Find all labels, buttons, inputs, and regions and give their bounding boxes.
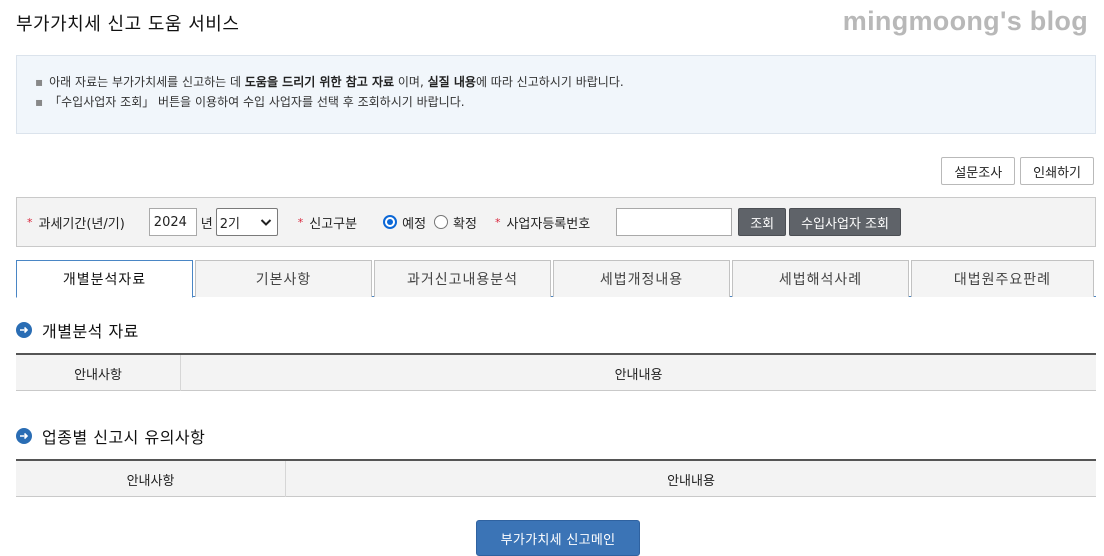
required-mark: *: [297, 215, 304, 229]
tab-tax-law-revision[interactable]: 세법개정내용: [553, 260, 730, 297]
column-header-guide-item: 안내사항: [16, 461, 286, 497]
radio-unchecked-icon[interactable]: [434, 215, 449, 229]
vat-main-button[interactable]: 부가가치세 신고메인: [476, 520, 640, 556]
notice-text: 아래 자료는 부가가치세를 신고하는 데: [49, 75, 245, 89]
bizno-input[interactable]: [616, 208, 733, 236]
bizno-label: 사업자등록번호: [506, 216, 591, 232]
column-header-guide-content: 안내내용: [667, 473, 715, 489]
notice-line-2: ▪ 「수입사업자 조회」 버튼을 이용하여 수입 사업자를 선택 후 조회하시기 …: [35, 92, 1077, 112]
print-button[interactable]: 인쇄하기: [1020, 157, 1094, 185]
radio-label: 확정: [453, 216, 477, 232]
period-selected-value: 2기: [219, 216, 240, 232]
notice-text: 이며,: [394, 75, 428, 89]
survey-button[interactable]: 설문조사: [941, 157, 1016, 185]
import-business-search-button[interactable]: 수입사업자 조회: [789, 208, 901, 236]
report-type-label: 신고구분: [309, 216, 358, 232]
notice-text: 「수입사업자 조회」 버튼을 이용하여 수입 사업자를 선택 후 조회하시기 바…: [49, 95, 465, 109]
year-input[interactable]: 2024: [148, 208, 197, 236]
period-select[interactable]: 2기: [215, 208, 278, 236]
top-actions: 설문조사 인쇄하기: [941, 157, 1094, 185]
notice-text: 에 따라 신고하시기 바랍니다.: [475, 75, 624, 89]
section-title-text: 개별분석 자료: [42, 322, 139, 341]
column-header-guide-item: 안내사항: [16, 355, 181, 391]
tab-past-report-analysis[interactable]: 과거신고내용분석: [374, 260, 551, 297]
section-title-analysis: 개별분석 자료: [16, 318, 139, 342]
notice-emphasis: 실질 내용: [427, 75, 476, 89]
section-title-industry-notes: 업종별 신고시 유의사항: [16, 424, 205, 448]
arrow-right-circle-icon: [16, 322, 32, 338]
tab-bar: 개별분석자료 기본사항 과거신고내용분석 세법개정내용 세법해석사례 대법원주요…: [16, 260, 1096, 298]
notice-line-1: ▪ 아래 자료는 부가가치세를 신고하는 데 도움을 드리기 위한 참고 자료 이…: [35, 72, 1077, 92]
industry-table-header: 안내사항 안내내용: [16, 459, 1096, 497]
radio-option-yejeong[interactable]: 예정: [383, 213, 426, 232]
bullet-icon: ▪: [35, 75, 44, 89]
tab-basic-info[interactable]: 기본사항: [195, 260, 372, 297]
radio-label: 예정: [402, 216, 427, 232]
required-mark: *: [494, 215, 501, 229]
radio-option-hwakjeong[interactable]: 확정: [434, 213, 477, 232]
column-header-guide-content: 안내내용: [614, 367, 663, 383]
tab-individual-analysis[interactable]: 개별분석자료: [16, 260, 193, 298]
analysis-table-header: 안내사항 안내내용: [16, 353, 1096, 391]
bullet-icon: ▪: [35, 95, 44, 109]
notice-emphasis: 도움을 드리기 위한 참고 자료: [244, 75, 395, 89]
year-unit-label: 년: [200, 216, 213, 232]
year-value: 2024: [153, 214, 187, 230]
arrow-right-circle-icon: [16, 428, 32, 444]
chevron-down-icon: [260, 219, 271, 226]
tab-tax-interpretation[interactable]: 세법해석사례: [732, 260, 909, 297]
radio-checked-icon[interactable]: [383, 215, 398, 229]
notice-box: ▪ 아래 자료는 부가가치세를 신고하는 데 도움을 드리기 위한 참고 자료 이…: [16, 55, 1096, 134]
page-title: 부가가치세 신고 도움 서비스: [16, 14, 240, 35]
period-label: 과세기간(년/기): [38, 216, 125, 232]
blog-watermark: mingmoong's blog: [842, 6, 1088, 36]
search-button[interactable]: 조회: [738, 208, 787, 236]
required-mark: *: [27, 215, 33, 229]
section-title-text: 업종별 신고시 유의사항: [42, 428, 206, 447]
tab-supreme-court-cases[interactable]: 대법원주요판례: [911, 260, 1094, 297]
search-bar: * 과세기간(년/기) 2024 년 2기 * 신고구분 예정 확정 * 사업자…: [16, 197, 1096, 247]
